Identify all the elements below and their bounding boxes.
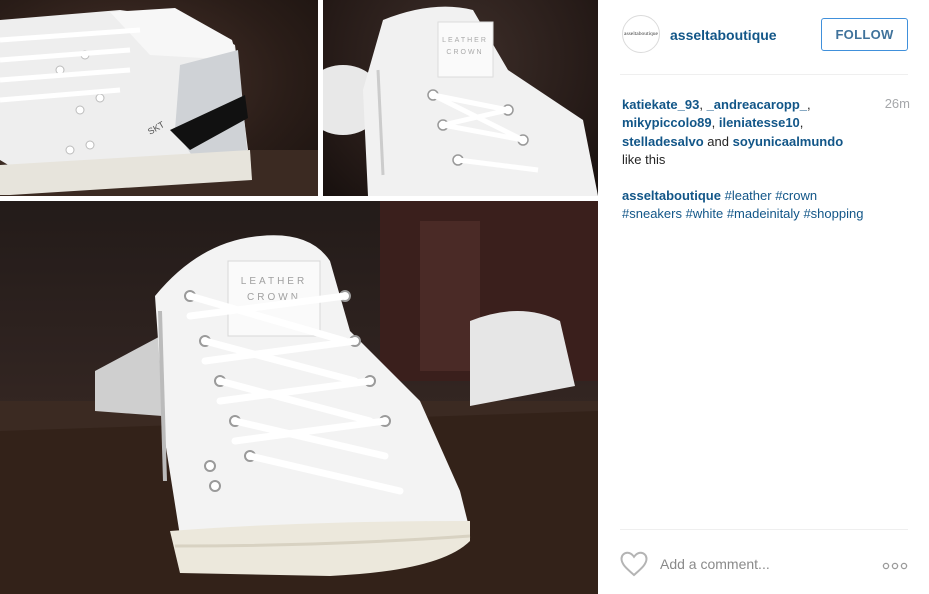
- hashtag-link[interactable]: #sneakers: [622, 206, 682, 221]
- liker-username[interactable]: soyunicaalmundo: [733, 134, 844, 149]
- post-image-top-left: SKT: [0, 0, 318, 196]
- heart-outline-icon: [620, 551, 648, 577]
- svg-text:LEATHER: LEATHER: [442, 37, 488, 44]
- hashtag-link[interactable]: #white: [686, 206, 724, 221]
- liker-username[interactable]: ileniatesse10: [719, 115, 800, 130]
- post-media: SKT LEATHER CROWN LEATHER CROWN: [0, 0, 598, 594]
- add-comment-input[interactable]: [660, 554, 860, 574]
- like-button[interactable]: [620, 551, 648, 577]
- post-timestamp[interactable]: 26m: [855, 96, 910, 111]
- post-footer: [620, 529, 908, 594]
- liker-username[interactable]: katiekate_93: [622, 97, 699, 112]
- post-details-panel: asseltaboutique asseltaboutique FOLLOW k…: [598, 0, 929, 594]
- svg-text:LEATHER: LEATHER: [241, 276, 307, 287]
- hashtag-link[interactable]: #shopping: [803, 206, 863, 221]
- more-options-button[interactable]: [882, 558, 908, 570]
- svg-text:CROWN: CROWN: [446, 49, 483, 56]
- post-image-bottom: LEATHER CROWN: [0, 201, 598, 594]
- ellipsis-icon: [882, 562, 908, 570]
- likes-and-text: and: [707, 133, 729, 149]
- sneaker-photo: SKT: [0, 8, 318, 196]
- likes-suffix: like this: [622, 151, 666, 167]
- hashtag-link[interactable]: #crown: [775, 188, 817, 203]
- post-author-username[interactable]: asseltaboutique: [670, 27, 777, 43]
- post-image-top-right: LEATHER CROWN: [323, 0, 598, 196]
- post-header: asseltaboutique asseltaboutique FOLLOW: [620, 0, 908, 75]
- avatar[interactable]: asseltaboutique: [622, 15, 660, 53]
- avatar-text: asseltaboutique: [624, 31, 658, 37]
- liker-username[interactable]: _andreacaropp_: [707, 97, 807, 112]
- sneaker-photo: LEATHER CROWN: [323, 6, 598, 196]
- caption-username[interactable]: asseltaboutique: [622, 188, 721, 203]
- follow-button[interactable]: FOLLOW: [821, 18, 908, 51]
- post-caption: asseltaboutique #leather #crown #sneaker…: [622, 187, 910, 224]
- sneaker-photo: LEATHER CROWN: [0, 201, 598, 594]
- hashtag-link[interactable]: #madeinitaly: [727, 206, 800, 221]
- liker-username[interactable]: stelladesalvo: [622, 134, 704, 149]
- liker-username[interactable]: mikypiccolo89: [622, 115, 712, 130]
- hashtag-link[interactable]: #leather: [725, 188, 772, 203]
